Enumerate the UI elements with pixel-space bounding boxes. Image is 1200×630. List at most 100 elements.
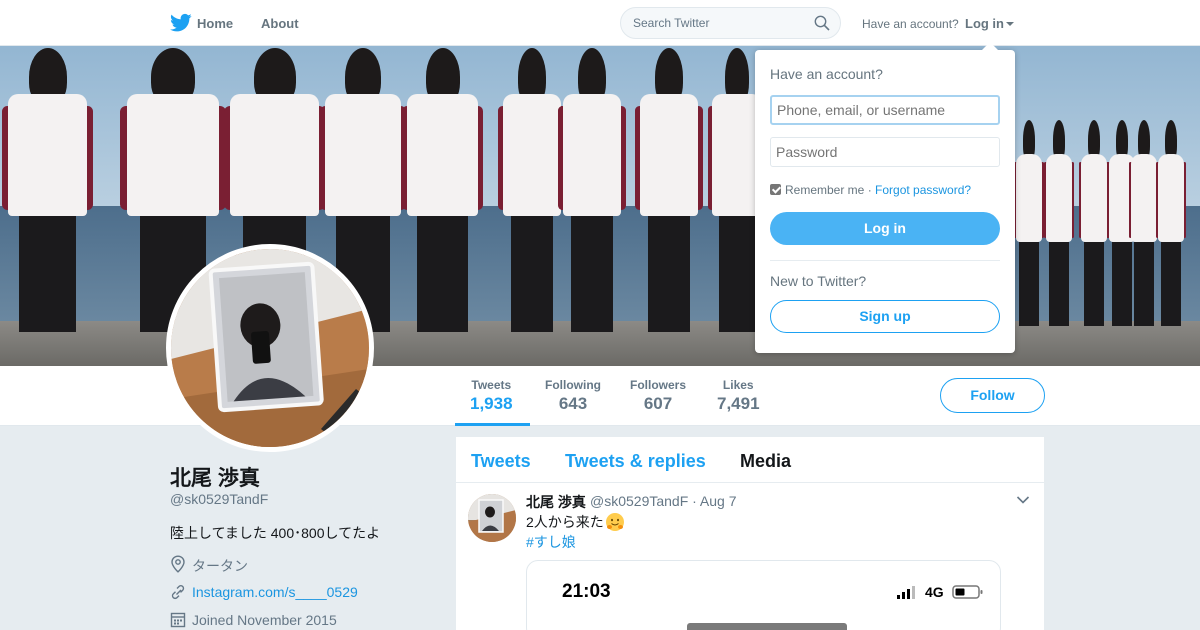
tweet-handle-date[interactable]: @sk0529TandF · Aug 7 [590, 493, 737, 509]
top-navigation: Home About Search Twitter Have an accoun… [0, 0, 1200, 46]
profile-website-link[interactable]: Instagram.com/s____0529 [192, 584, 358, 600]
nav-home-link[interactable]: Home [197, 16, 233, 31]
search-input[interactable]: Search Twitter [620, 7, 841, 39]
search-icon[interactable] [814, 15, 830, 31]
banner-person [557, 46, 627, 366]
person-pants [1084, 241, 1104, 326]
forgot-password-link[interactable]: Forgot password? [875, 183, 971, 197]
tweet-text: 2人から来た [526, 512, 624, 532]
tweet-avatar-photo [468, 494, 516, 542]
profile-avatar[interactable] [166, 244, 374, 452]
person-pants [719, 216, 755, 333]
login-dropdown-toggle[interactable]: Log in [965, 16, 1004, 31]
search-placeholder: Search Twitter [633, 16, 710, 30]
banner-person [634, 46, 704, 366]
media-blurred-text [687, 623, 847, 630]
tweet-author-name[interactable]: 北尾 渉真 [526, 492, 586, 512]
remember-me-label[interactable]: Remember me [785, 183, 864, 197]
stat-likes-value: 7,491 [717, 394, 760, 413]
nav-about-link[interactable]: About [261, 16, 299, 31]
profile-location-text: タータン [192, 558, 248, 574]
person-jacket [126, 94, 220, 217]
new-to-twitter-text: New to Twitter? [770, 273, 867, 289]
person-jacket [1045, 153, 1073, 242]
person-pants [1019, 241, 1039, 326]
stat-followers-value: 607 [643, 394, 673, 413]
person-jacket [1080, 153, 1108, 242]
person-pants [19, 216, 76, 333]
calendar-icon [170, 612, 186, 628]
tab-media[interactable]: Media [740, 451, 791, 472]
stat-tweets-value: 1,938 [470, 394, 513, 413]
login-dropdown: Have an account? Remember me · Forgot pa… [755, 42, 1015, 353]
person-pants [1161, 241, 1181, 326]
person-pants [571, 216, 613, 333]
person-jacket [7, 94, 88, 217]
stat-tweets[interactable]: Tweets 1,938 [470, 378, 513, 414]
timeline-tabs: Tweets Tweets & replies Media [456, 437, 1044, 483]
tweet-avatar[interactable] [468, 494, 516, 542]
profile-bio: 陸上してました 400･800してたよ [170, 525, 381, 541]
person-jacket [406, 94, 479, 217]
person-jacket [1015, 153, 1043, 242]
chevron-down-icon[interactable] [1016, 495, 1030, 505]
remember-me-row: Remember me · Forgot password? [770, 183, 971, 197]
banner-person [400, 46, 485, 366]
stat-following[interactable]: Following 643 [545, 378, 601, 414]
banner-person [1043, 46, 1075, 366]
caret-down-icon[interactable] [1006, 22, 1014, 26]
profile-handle[interactable]: @sk0529TandF [170, 491, 268, 507]
media-status-time: 21:03 [562, 581, 611, 602]
active-tab-underline [455, 423, 530, 426]
profile-joined-text: Joined November 2015 [192, 612, 337, 628]
tweet-media-image[interactable]: 21:03 4G [526, 560, 1001, 630]
dropdown-arrow [982, 42, 998, 50]
person-jacket [1157, 153, 1185, 242]
timeline: Tweets Tweets & replies Media 北尾 渉真 @sk0… [456, 437, 1044, 630]
link-icon [171, 585, 185, 600]
banner-person [1155, 46, 1187, 366]
media-network-label: 4G [925, 584, 944, 600]
tweet-hashtag[interactable]: #すし娘 [526, 532, 576, 552]
tab-tweets[interactable]: Tweets [471, 451, 531, 472]
person-pants [648, 216, 690, 333]
username-field[interactable] [770, 95, 1000, 125]
tab-tweets-replies[interactable]: Tweets & replies [565, 451, 706, 472]
battery-icon [952, 585, 983, 599]
person-jacket [639, 94, 699, 217]
person-jacket [562, 94, 622, 217]
twitter-bird-icon[interactable] [170, 13, 192, 33]
banner-person [0, 46, 95, 366]
stat-following-label: Following [545, 378, 601, 392]
person-jacket [1130, 153, 1158, 242]
tweet-text-body: 2人から来た [526, 514, 604, 530]
profile-name: 北尾 渉真 [170, 467, 260, 490]
hugging-face-emoji-icon [605, 513, 624, 531]
person-pants [511, 216, 553, 333]
signup-button[interactable]: Sign up [770, 300, 1000, 333]
stat-likes-label: Likes [722, 378, 754, 392]
follow-button[interactable]: Follow [940, 378, 1045, 413]
dropdown-title: Have an account? [770, 66, 883, 82]
dropdown-divider [770, 260, 1000, 261]
stat-followers-label: Followers [630, 378, 687, 392]
remember-separator: · [864, 183, 876, 197]
person-jacket [230, 94, 319, 217]
remember-me-checkbox[interactable] [770, 184, 781, 195]
person-pants [1134, 241, 1154, 326]
stat-likes[interactable]: Likes 7,491 [717, 378, 760, 414]
location-pin-icon [171, 555, 185, 573]
stat-followers[interactable]: Followers 607 [630, 378, 686, 414]
banner-person [1013, 46, 1045, 366]
stat-following-value: 643 [558, 394, 588, 413]
stat-tweets-label: Tweets [471, 378, 512, 392]
have-account-text: Have an account? [862, 17, 959, 31]
login-button[interactable]: Log in [770, 212, 1000, 245]
person-pants [1049, 241, 1069, 326]
person-jacket [325, 94, 401, 217]
password-field[interactable] [770, 137, 1000, 167]
signal-bars-icon [897, 586, 915, 599]
avatar-photo [171, 249, 369, 447]
person-pants [417, 216, 468, 333]
person-jacket [502, 94, 562, 217]
